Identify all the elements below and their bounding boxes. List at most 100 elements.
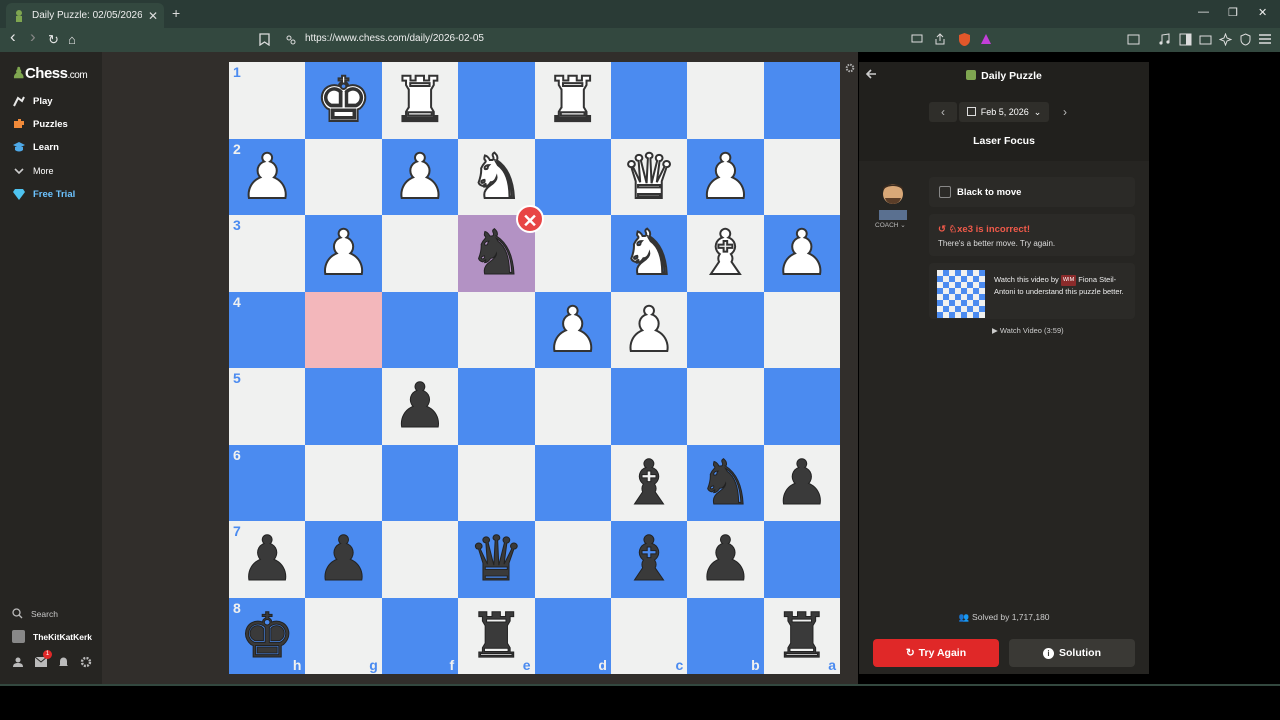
white-pawn-piece[interactable]: ♟ [229,139,305,216]
menu-icon[interactable] [1259,34,1271,44]
site-info-icon[interactable] [286,35,296,45]
user-profile[interactable]: TheKitKatKerk [12,630,92,643]
white-pawn-piece[interactable]: ♟ [535,292,611,369]
black-pawn-piece[interactable]: ♟ [382,368,458,445]
black-rook-piece[interactable]: ♜ [458,598,534,675]
square-e7[interactable]: ♛ [458,521,535,598]
square-d8[interactable]: d [534,597,611,674]
square-a1[interactable] [763,62,840,139]
cast-icon[interactable] [911,34,923,45]
square-e4[interactable] [458,291,535,368]
share-icon[interactable] [934,33,946,45]
black-bishop-piece[interactable]: ♝ [611,521,687,598]
wallet-icon[interactable] [1199,33,1212,46]
square-h6[interactable]: 6 [229,444,306,521]
white-rook-piece[interactable]: ♜ [382,62,458,139]
square-c4[interactable]: ♟ [610,291,688,369]
square-c2[interactable]: ♛ [610,138,688,216]
white-queen-piece[interactable]: ♛ [611,139,687,216]
square-b2[interactable]: ♟ [687,138,764,216]
square-d3[interactable] [534,215,611,292]
square-f4[interactable] [381,291,459,368]
square-g3[interactable]: ♟ [305,215,382,292]
square-a3[interactable]: ♟ [763,215,840,292]
square-d7[interactable] [534,521,611,598]
square-b8[interactable]: b [687,597,764,674]
white-knight-piece[interactable]: ♞ [611,215,687,292]
browser-tab[interactable]: Daily Puzzle: 02/05/2026 - La ✕ [6,3,164,28]
square-h1[interactable]: 1 [229,62,306,139]
square-a8[interactable]: a ♜ [763,597,840,674]
square-c7[interactable]: ♝ [610,521,688,598]
square-b4[interactable] [687,291,764,368]
coach-label[interactable]: COACH ⌄ [875,221,906,229]
square-g6[interactable] [305,444,382,521]
nav-play[interactable]: Play [12,94,53,108]
square-f2[interactable]: ♟ [381,138,459,216]
square-f3[interactable] [381,215,459,292]
square-a5[interactable] [763,368,840,445]
forward-button[interactable]: › [30,28,36,46]
square-g1[interactable]: ♚ [305,62,382,139]
square-h3[interactable]: 3 [229,215,306,292]
tab-close-icon[interactable]: ✕ [148,9,158,23]
bookmark-icon[interactable] [259,33,270,46]
settings-icon[interactable] [80,656,92,668]
white-knight-piece[interactable]: ♞ [458,139,534,216]
brave-shield-icon[interactable] [958,32,971,47]
square-h5[interactable]: 5 [229,368,306,445]
square-d4[interactable]: ♟ [534,291,611,369]
square-a4[interactable] [763,291,840,368]
square-e5[interactable] [458,368,535,445]
square-g4[interactable] [305,291,382,368]
friends-icon[interactable] [12,656,24,668]
black-pawn-piece[interactable]: ♟ [229,521,305,598]
white-rook-piece[interactable]: ♜ [535,62,611,139]
nav-puzzles[interactable]: Puzzles [12,117,68,131]
video-thumbnail[interactable] [937,270,985,318]
reload-button[interactable]: ↻ [48,31,59,49]
chess-board[interactable]: 1 ♚ ♜ ♜ 2 ♟ ♟ ♞ ♛ ♟ 3 ♟ ♞ ♞ ♝ ♟ 4 ♟ ♟ 5 ♟ 6 ♝ ♞ ♟ 7 ♟ ♟ ♛ ♝ ♟ 8 h ♚ g f e ♜ d c… [229,62,840,674]
square-d2[interactable] [534,138,611,215]
square-e6[interactable] [458,444,535,521]
square-g2[interactable] [305,138,382,215]
square-h7[interactable]: 7 ♟ [229,521,306,598]
sidebar-toggle-icon[interactable] [1179,33,1192,46]
black-bishop-piece[interactable]: ♝ [611,445,687,522]
leo-ai-icon[interactable] [1219,33,1232,46]
square-a6[interactable]: ♟ [763,444,840,522]
square-c8[interactable]: c [610,597,688,674]
next-date-button[interactable]: › [1051,102,1079,122]
solution-button[interactable]: i Solution [1009,639,1135,667]
square-b3[interactable]: ♝ [687,215,764,292]
square-c6[interactable]: ♝ [610,444,688,522]
white-pawn-piece[interactable]: ♟ [611,292,687,369]
square-e1[interactable] [458,62,535,139]
square-g8[interactable]: g [305,597,382,674]
new-tab-button[interactable]: + [172,5,180,21]
square-d1[interactable]: ♜ [534,62,611,139]
square-h2[interactable]: 2 ♟ [229,138,306,216]
square-c5[interactable] [610,368,688,445]
white-pawn-piece[interactable]: ♟ [764,215,840,292]
square-d5[interactable] [534,368,611,445]
square-d6[interactable] [534,444,611,521]
rewards-icon[interactable] [980,33,992,45]
square-a7[interactable] [763,521,840,598]
nav-more[interactable]: More [12,164,54,178]
tabs-icon[interactable] [1127,33,1140,46]
black-pawn-piece[interactable]: ♟ [305,521,381,598]
white-pawn-piece[interactable]: ♟ [382,139,458,216]
nav-free-trial[interactable]: Free Trial [12,187,75,201]
white-pawn-piece[interactable]: ♟ [687,139,763,216]
square-f8[interactable]: f [381,597,459,674]
address-bar[interactable]: https://www.chess.com/daily/2026-02-05 [305,33,484,44]
coach-avatar[interactable] [873,178,913,220]
square-c3[interactable]: ♞ [610,215,688,292]
square-c1[interactable] [610,62,688,139]
black-pawn-piece[interactable]: ♟ [764,445,840,522]
square-g5[interactable] [305,368,382,445]
square-f1[interactable]: ♜ [381,62,459,139]
restore-button[interactable]: ❐ [1228,6,1238,19]
prev-date-button[interactable]: ‹ [929,102,957,122]
